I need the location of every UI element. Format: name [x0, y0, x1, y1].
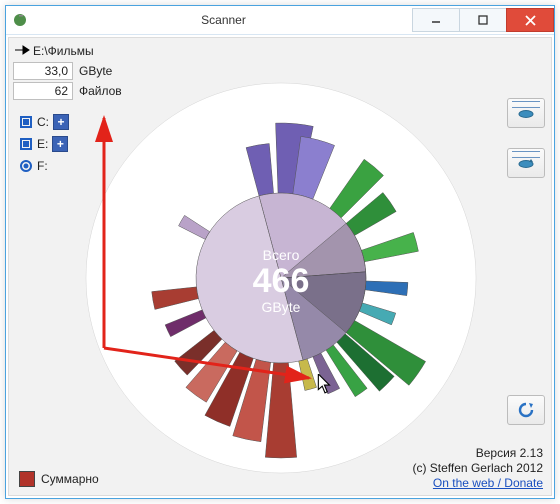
app-icon [12, 12, 28, 28]
window-buttons [413, 8, 554, 32]
drive-e[interactable]: E: + [19, 134, 69, 154]
minimize-button[interactable] [412, 8, 460, 32]
drive-c[interactable]: C: + [19, 112, 69, 132]
drive-label: E: [37, 137, 48, 151]
window-title: Scanner [34, 13, 413, 27]
client-area: E:\Фильмы 33,0 GByte 62 Файлов C: + [8, 37, 552, 496]
close-button[interactable] [506, 8, 554, 32]
path-value: E:\Фильмы [33, 44, 163, 58]
refresh-button[interactable] [507, 395, 545, 425]
maximize-button[interactable] [459, 8, 507, 32]
svg-text:Всего: Всего [263, 247, 300, 263]
drive-f[interactable]: F: [19, 156, 69, 176]
files-value: 62 [13, 82, 73, 100]
drive-label: F: [37, 159, 48, 173]
rescan-folder-button[interactable] [507, 148, 545, 178]
breadcrumb: E:\Фильмы [13, 42, 163, 60]
legend-swatch [19, 471, 35, 487]
rescan-drives-button[interactable] [507, 98, 545, 128]
path-arrow-icon [13, 44, 33, 59]
drive-list: C: + E: + F: [19, 112, 69, 178]
svg-text:GByte: GByte [262, 299, 301, 315]
size-value: 33,0 [13, 62, 73, 80]
cursor-icon [317, 374, 333, 394]
drive-label: C: [37, 115, 49, 129]
expand-button[interactable]: + [53, 114, 69, 130]
drive-square-icon [19, 115, 33, 129]
drive-circle-icon [19, 159, 33, 173]
sunburst-chart[interactable]: Всего466GByte [71, 68, 491, 488]
titlebar: Scanner [6, 6, 554, 35]
app-window: Scanner E:\Фильмы [5, 5, 555, 499]
expand-button[interactable]: + [52, 136, 68, 152]
svg-text:466: 466 [253, 262, 310, 300]
drive-square-icon [19, 137, 33, 151]
